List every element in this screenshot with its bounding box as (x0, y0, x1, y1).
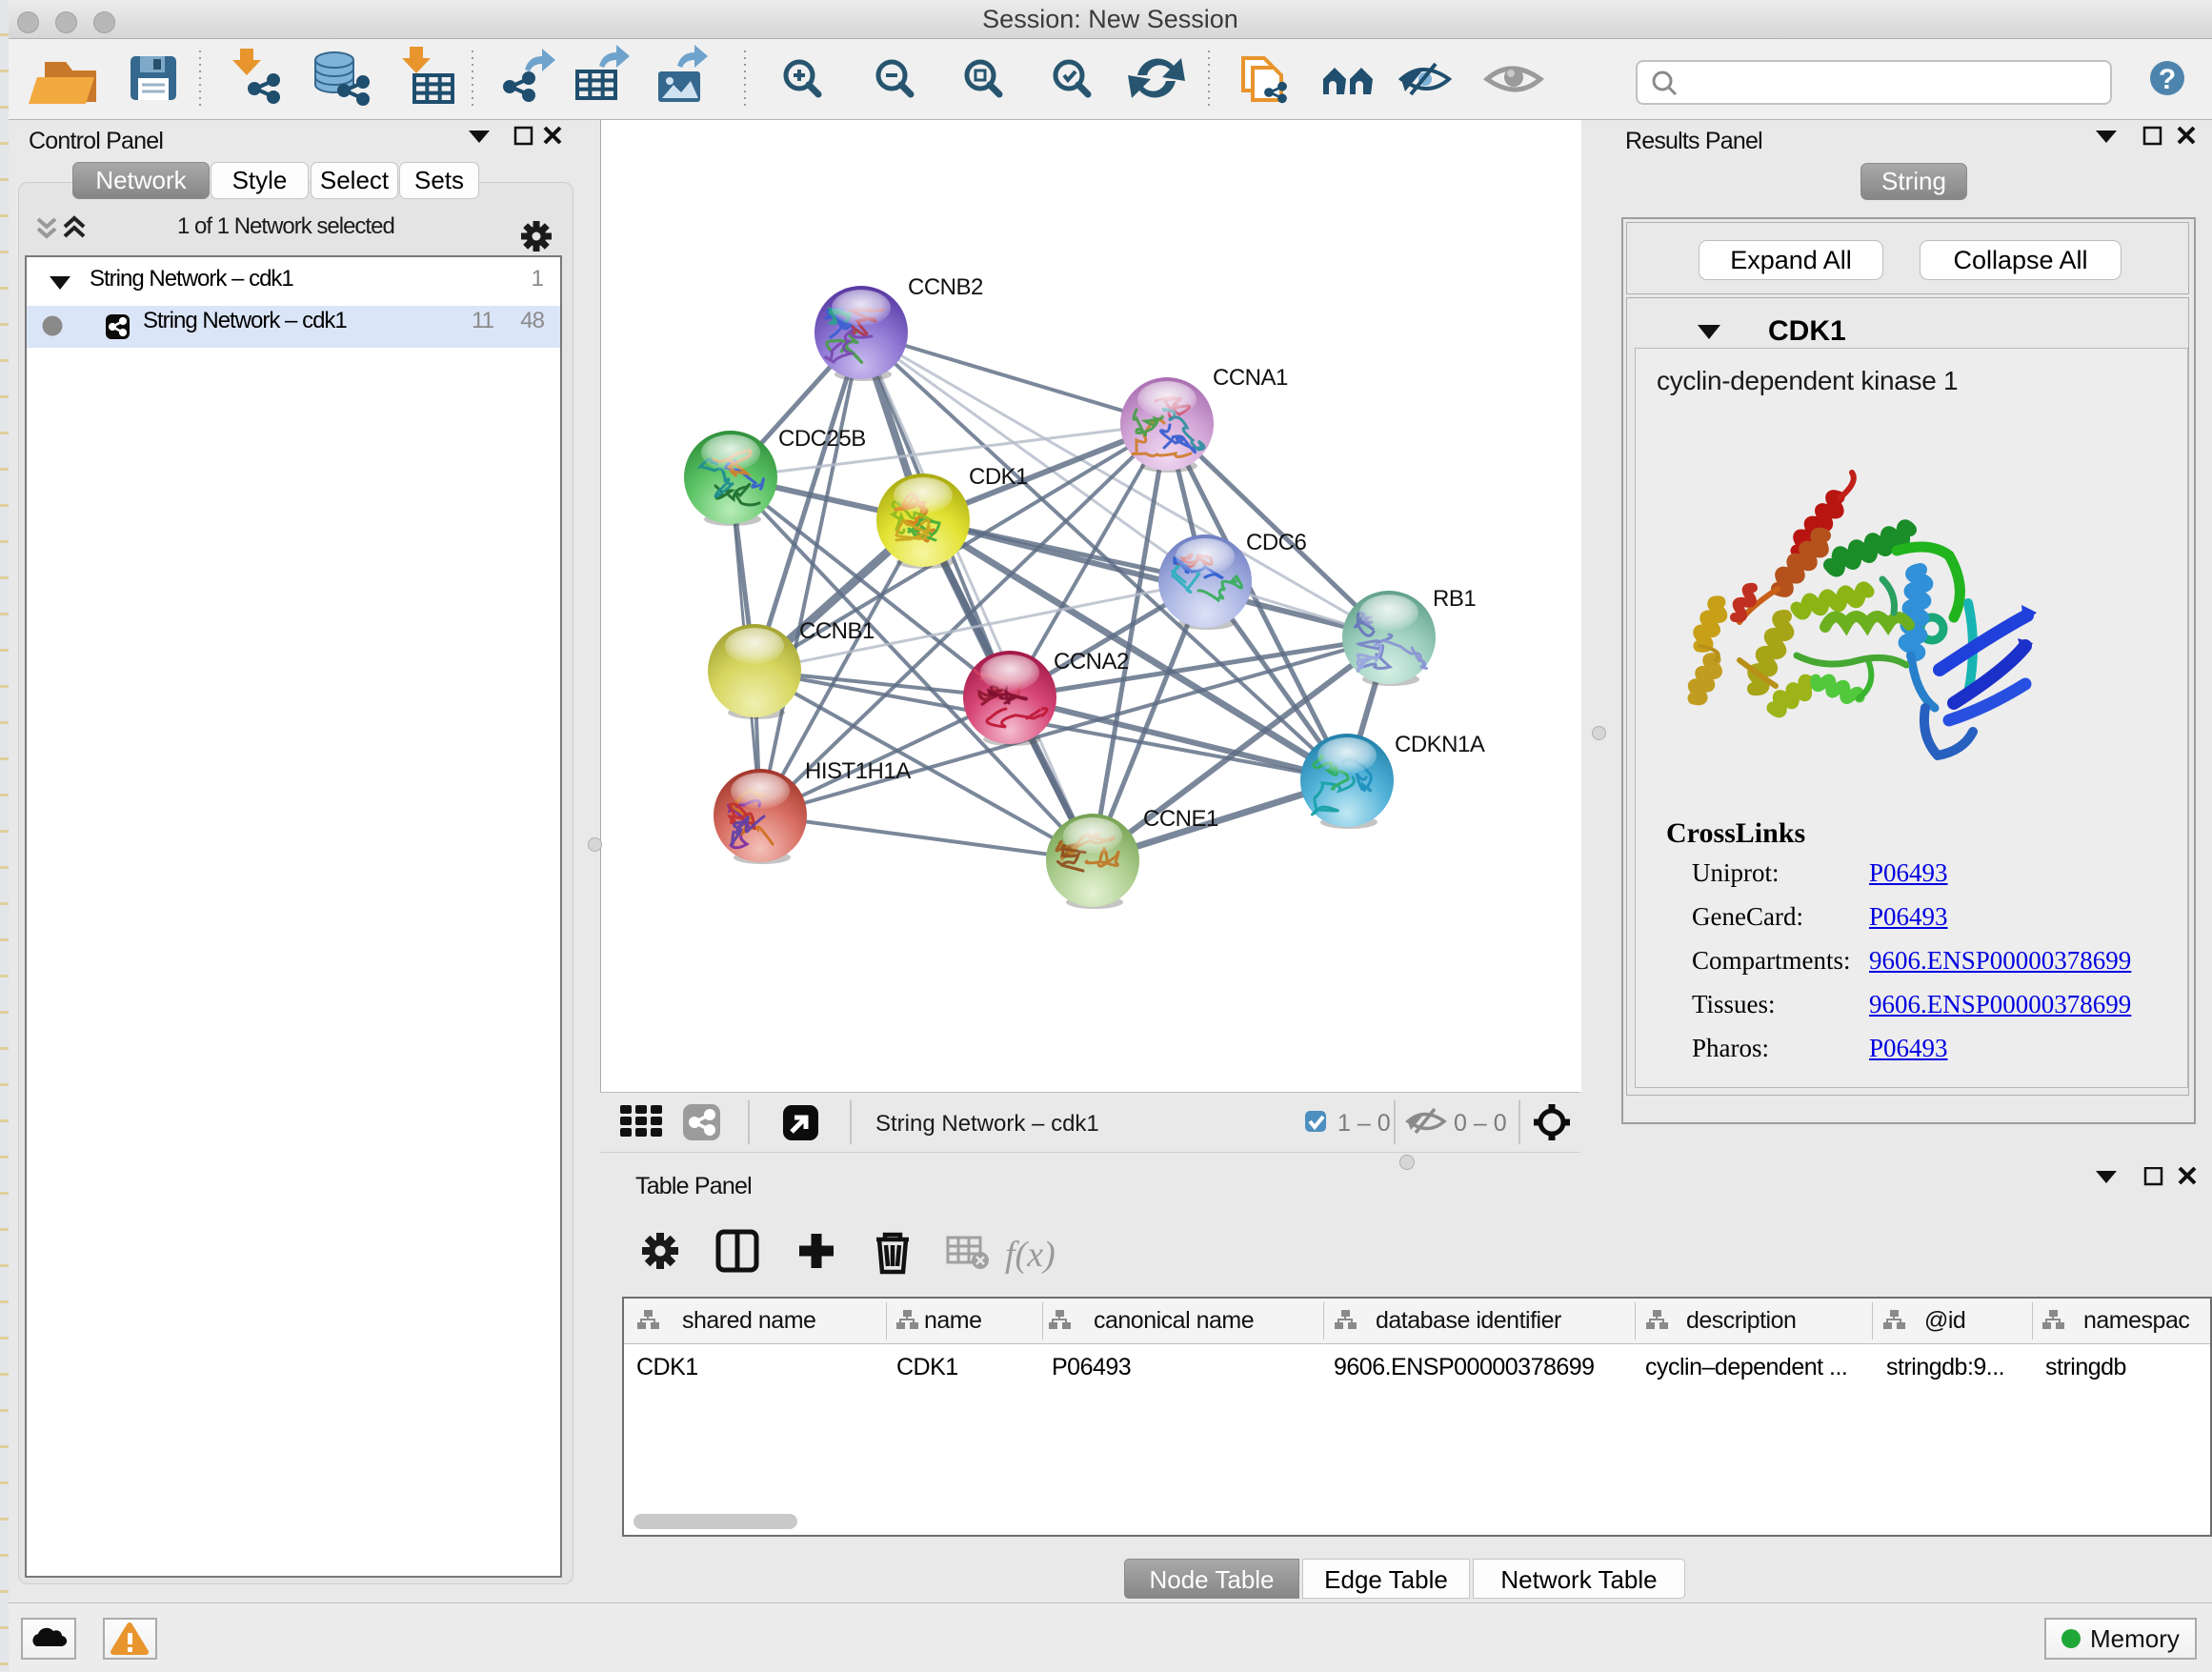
svg-text:0 – 0: 0 – 0 (1454, 1110, 1507, 1137)
svg-text:CDKN1A: CDKN1A (1395, 732, 1485, 757)
svg-text:CCNA2: CCNA2 (1054, 649, 1129, 675)
svg-text:RB1: RB1 (1433, 586, 1476, 612)
svg-text:f(x): f(x) (1005, 1235, 1056, 1275)
svg-text:String Network – cdk1: String Network – cdk1 (875, 1111, 1099, 1137)
svg-text:CDC25B: CDC25B (778, 426, 866, 452)
svg-text:CCNE1: CCNE1 (1143, 806, 1218, 832)
svg-text:1 – 0: 1 – 0 (1337, 1110, 1391, 1137)
svg-text:CDC6: CDC6 (1246, 530, 1306, 555)
svg-text:CDK1: CDK1 (969, 464, 1028, 490)
svg-text:HIST1H1A: HIST1H1A (805, 758, 911, 784)
svg-text:CCNB1: CCNB1 (799, 618, 875, 644)
svg-text:CCNB2: CCNB2 (908, 274, 983, 300)
svg-text:?: ? (2159, 64, 2176, 95)
svg-text:Memory: Memory (2090, 1624, 2180, 1653)
svg-text:CCNA1: CCNA1 (1213, 365, 1288, 391)
